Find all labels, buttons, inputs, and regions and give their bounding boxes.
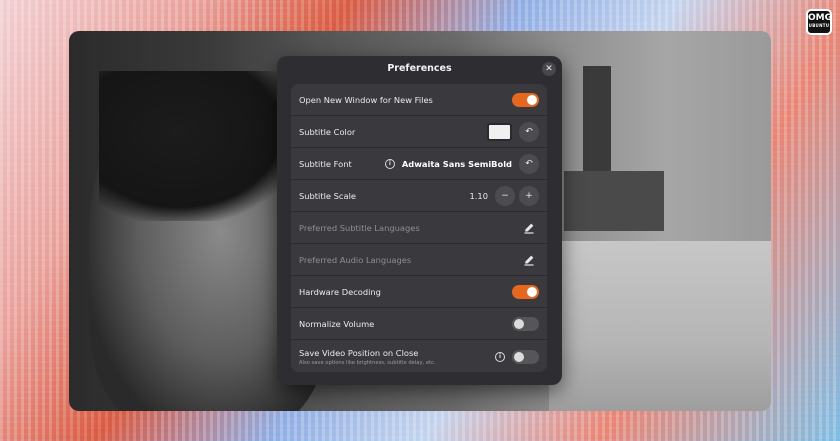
row-preferred-audio-languages[interactable]: Preferred Audio Languages xyxy=(291,244,547,276)
row-hardware-decoding[interactable]: Hardware Decoding xyxy=(291,276,547,308)
row-subtitle-font: Subtitle Font i Adwaita Sans SemiBold ↶ xyxy=(291,148,547,180)
row-preferred-subtitle-languages[interactable]: Preferred Subtitle Languages xyxy=(291,212,547,244)
row-label: Subtitle Color xyxy=(299,126,356,137)
close-icon: ✕ xyxy=(545,64,553,74)
subtitle-color-reset-button[interactable]: ↶ xyxy=(519,121,539,142)
plus-icon: + xyxy=(525,190,533,201)
reset-icon: ↶ xyxy=(525,158,533,169)
row-label: Subtitle Scale xyxy=(299,190,356,201)
row-label: Preferred Audio Languages xyxy=(299,254,412,265)
switch-knob xyxy=(527,286,537,297)
row-label: Save Video Position on Close Also save o… xyxy=(299,348,495,366)
info-icon[interactable]: i xyxy=(384,158,395,169)
hardware-decoding-switch[interactable] xyxy=(512,284,539,299)
row-label: Open New Window for New Files xyxy=(299,94,433,105)
subtitle-font-button[interactable]: Adwaita Sans SemiBold xyxy=(402,159,512,169)
omg-ubuntu-logo: OMG UBUNTU xyxy=(806,9,832,35)
preferences-list: Open New Window for New Files Subtitle C… xyxy=(291,84,547,372)
row-label: Subtitle Font xyxy=(299,158,352,169)
subtitle-scale-value[interactable]: 1.10 xyxy=(470,191,488,201)
switch-knob xyxy=(527,94,537,105)
video-frame-hair xyxy=(99,71,299,221)
edit-icon xyxy=(524,255,534,266)
subtitle-font-reset-button[interactable]: ↶ xyxy=(519,153,539,174)
dialog-title: Preferences xyxy=(387,63,452,74)
save-position-sublabel: Also save options like brightness, subti… xyxy=(299,359,436,366)
row-normalize-volume[interactable]: Normalize Volume xyxy=(291,308,547,340)
minus-icon: − xyxy=(501,190,509,201)
save-position-switch[interactable] xyxy=(512,349,539,364)
row-subtitle-scale: Subtitle Scale 1.10 − + xyxy=(291,180,547,212)
video-frame-building xyxy=(564,171,664,231)
video-frame-road xyxy=(549,241,771,411)
row-subtitle-color: Subtitle Color ↶ xyxy=(291,116,547,148)
row-save-video-position[interactable]: Save Video Position on Close Also save o… xyxy=(291,340,547,372)
row-label: Normalize Volume xyxy=(299,318,375,329)
reset-icon: ↶ xyxy=(525,126,533,137)
scale-increase-button[interactable]: + xyxy=(519,185,539,206)
switch-knob xyxy=(514,351,524,362)
scale-decrease-button[interactable]: − xyxy=(495,185,515,206)
normalize-volume-switch[interactable] xyxy=(512,316,539,331)
row-label: Preferred Subtitle Languages xyxy=(299,222,420,233)
preferences-dialog: Preferences ✕ Open New Window for New Fi… xyxy=(277,56,562,385)
close-button[interactable]: ✕ xyxy=(542,62,556,76)
row-label: Hardware Decoding xyxy=(299,286,381,297)
new-window-switch[interactable] xyxy=(512,92,539,107)
switch-knob xyxy=(514,318,524,329)
save-position-label: Save Video Position on Close xyxy=(299,347,419,358)
subtitle-color-button[interactable] xyxy=(487,122,512,141)
edit-icon xyxy=(524,223,534,234)
row-open-new-window[interactable]: Open New Window for New Files xyxy=(291,84,547,116)
info-icon[interactable]: i xyxy=(495,351,505,362)
